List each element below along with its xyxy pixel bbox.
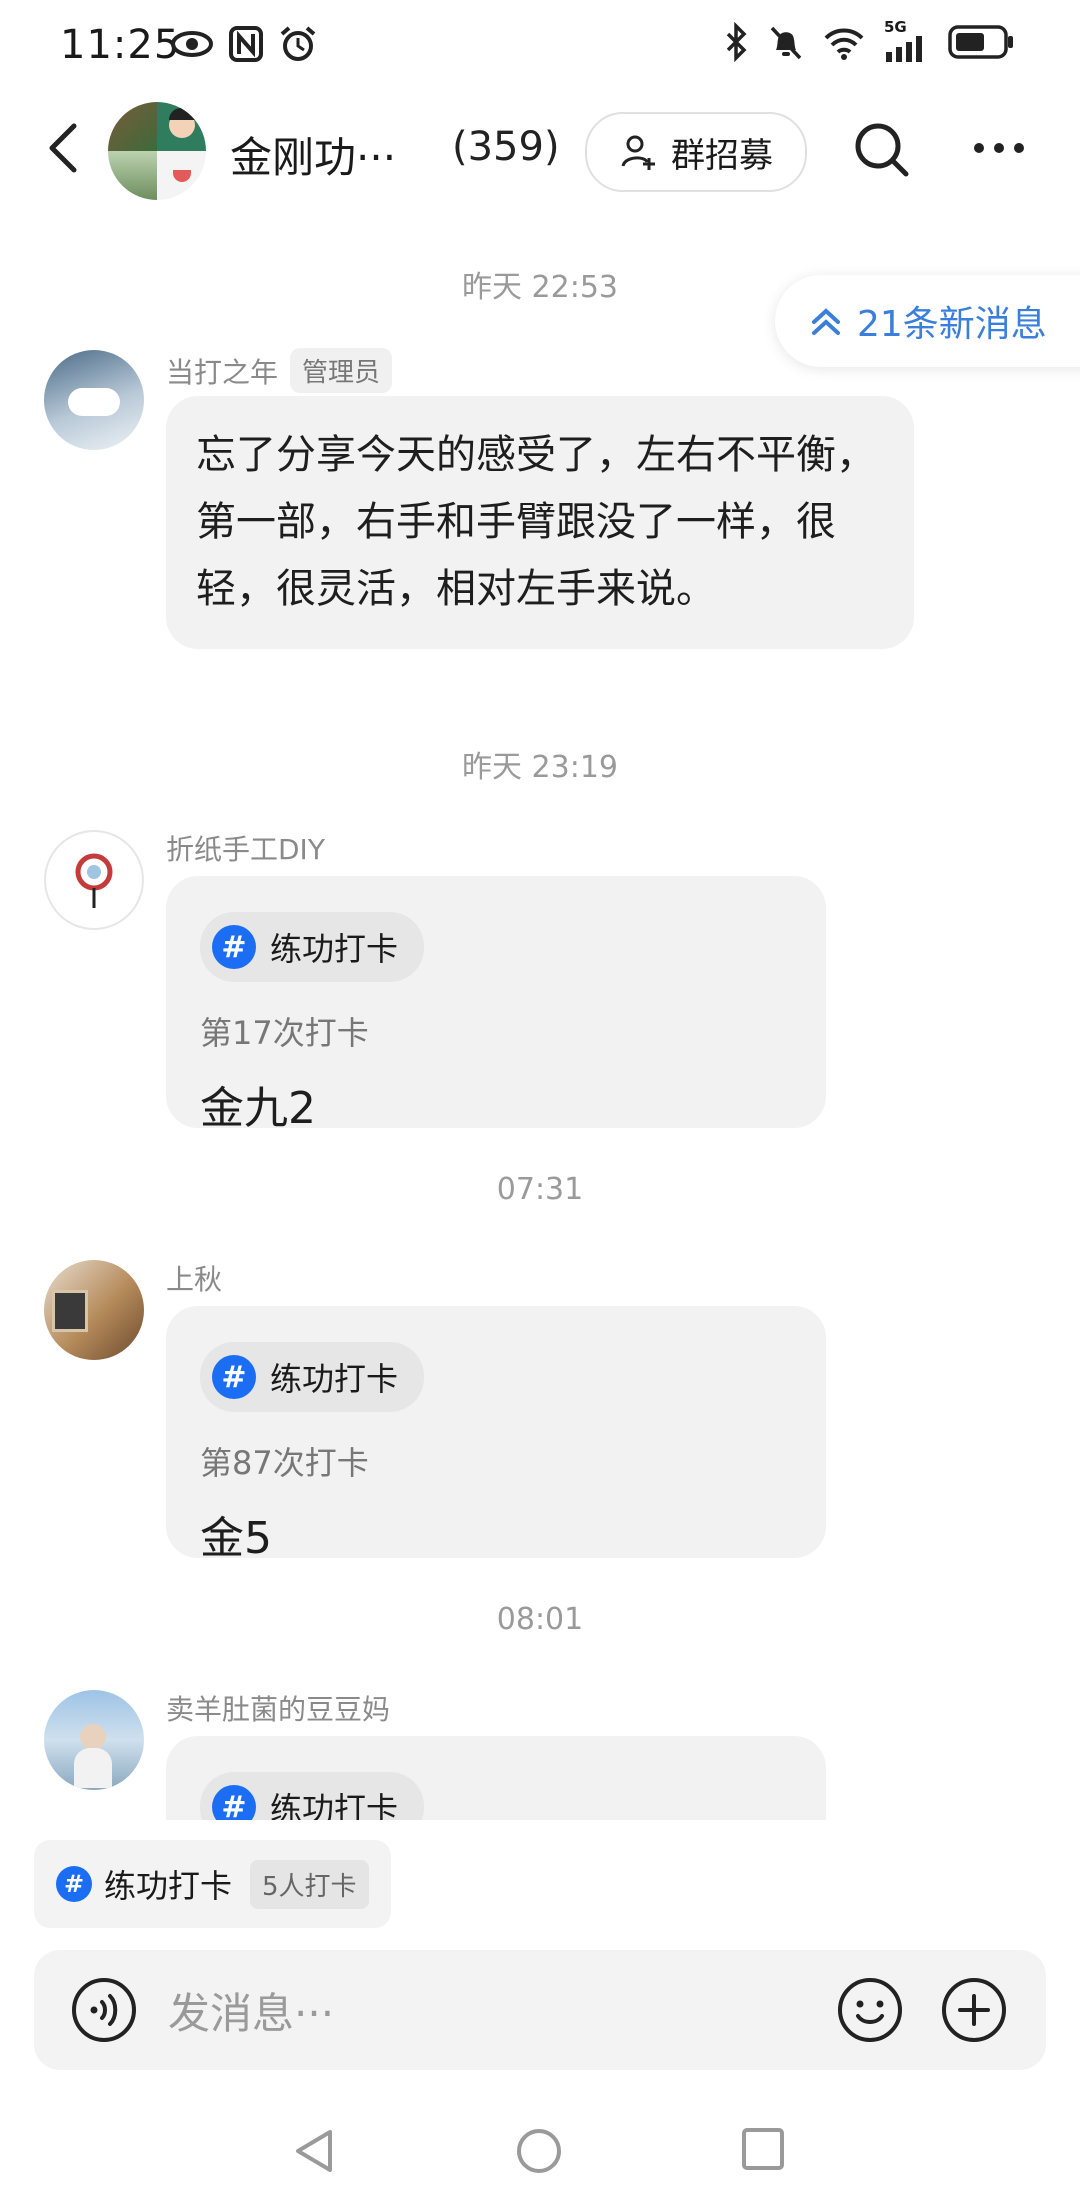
nfc-icon xyxy=(229,26,263,62)
alarm-icon xyxy=(280,26,316,61)
checkin-card[interactable]: # 练功打卡 第17次打卡 金九2 xyxy=(166,876,826,1134)
voice-input-icon[interactable] xyxy=(70,1976,138,2044)
checkin-content: 金5 xyxy=(200,1513,272,1564)
more-options-icon[interactable] xyxy=(974,138,1034,158)
add-user-icon xyxy=(621,135,655,170)
nav-home-icon[interactable] xyxy=(514,2126,564,2176)
hashtag-icon: # xyxy=(56,1866,92,1902)
sender-name[interactable]: 当打之年 xyxy=(166,351,278,391)
checkin-tag-label: 练功打卡 xyxy=(270,1790,399,1820)
checkin-count: 第87次打卡 xyxy=(200,1444,369,1482)
hashtag-icon: # xyxy=(212,1785,256,1820)
checkin-card[interactable]: # 练功打卡 第87次打卡 金5 xyxy=(166,1306,826,1564)
double-chevron-up-icon xyxy=(812,308,840,335)
group-avatar-tile xyxy=(108,151,157,200)
checkin-count: 第17次打卡 xyxy=(200,1014,369,1052)
hashtag-icon: # xyxy=(212,925,256,969)
member-count: (359) xyxy=(452,124,560,170)
people-count-badge: 5人打卡 xyxy=(250,1859,369,1909)
checkin-shortcut-label: 练功打卡 xyxy=(104,1867,233,1905)
avatar[interactable] xyxy=(44,350,144,450)
emoji-icon[interactable] xyxy=(836,1976,904,2044)
checkin-tag[interactable]: # 练功打卡 xyxy=(200,1772,425,1820)
search-icon[interactable] xyxy=(852,120,912,180)
message-timestamp: 昨天 23:19 xyxy=(462,750,618,785)
checkin-tag[interactable]: # 练功打卡 xyxy=(200,912,425,982)
avatar[interactable] xyxy=(44,1690,144,1790)
cellular-signal-icon: 5G xyxy=(884,18,930,62)
message-timestamp: 昨天 22:53 xyxy=(462,270,618,305)
status-left-icons xyxy=(170,24,318,64)
sender-row: 卖羊肚菌的豆豆妈 xyxy=(166,1688,390,1728)
message-bubble[interactable]: 忘了分享今天的感受了，左右不平衡，第一部，右手和手臂跟没了一样，很轻，很灵活，相… xyxy=(166,396,914,649)
recruit-label: 群招募 xyxy=(671,135,773,176)
checkin-card-clip: # 练功打卡 xyxy=(166,1736,826,1820)
bluetooth-icon xyxy=(726,22,747,62)
group-avatar-tile xyxy=(157,151,206,200)
group-recruit-button[interactable]: 群招募 xyxy=(585,112,807,192)
checkin-shortcut[interactable]: # 练功打卡 5人打卡 xyxy=(34,1840,391,1928)
message-text: 忘了分享今天的感受了，左右不平衡，第一部，右手和手臂跟没了一样，很轻，很灵活，相… xyxy=(196,432,876,612)
checkin-tag[interactable]: # 练功打卡 xyxy=(200,1342,425,1412)
message-timestamp: 07:31 xyxy=(496,1172,584,1207)
group-avatar-tile xyxy=(108,102,157,151)
checkin-content: 金九2 xyxy=(200,1083,316,1134)
sender-name[interactable]: 上秋 xyxy=(166,1258,222,1298)
message-input[interactable]: 发消息··· xyxy=(168,1980,334,2041)
eye-icon xyxy=(171,31,213,57)
admin-badge: 管理员 xyxy=(290,348,393,393)
group-avatar-tile xyxy=(157,102,206,151)
sender-name[interactable]: 折纸手工DIY xyxy=(166,828,325,868)
sender-name[interactable]: 卖羊肚菌的豆豆妈 xyxy=(166,1688,390,1728)
battery-icon xyxy=(948,25,1013,59)
message-timestamp: 08:01 xyxy=(496,1602,584,1637)
hashtag-icon: # xyxy=(212,1355,256,1399)
back-arrow-icon[interactable] xyxy=(44,120,84,176)
nav-back-icon[interactable] xyxy=(290,2126,340,2176)
add-attachment-icon[interactable] xyxy=(940,1976,1008,2044)
lollipop-icon xyxy=(75,853,113,908)
group-name[interactable]: 金刚功··· xyxy=(230,124,396,185)
nav-recent-apps-icon[interactable] xyxy=(740,2126,786,2172)
sender-row: 当打之年 管理员 xyxy=(166,348,393,393)
checkin-tag-label: 练功打卡 xyxy=(270,930,399,968)
status-time: 11:25 xyxy=(60,22,181,68)
checkin-card[interactable]: # 练功打卡 xyxy=(166,1736,826,1820)
avatar[interactable] xyxy=(44,1260,144,1360)
group-avatar[interactable] xyxy=(108,102,206,200)
sender-row: 上秋 xyxy=(166,1258,222,1298)
checkin-tag-label: 练功打卡 xyxy=(270,1360,399,1398)
avatar[interactable] xyxy=(44,830,144,930)
sender-row: 折纸手工DIY xyxy=(166,828,325,868)
wifi-icon xyxy=(824,28,864,60)
status-right-icons: 5G xyxy=(724,18,1014,62)
mute-bell-icon xyxy=(770,26,802,60)
